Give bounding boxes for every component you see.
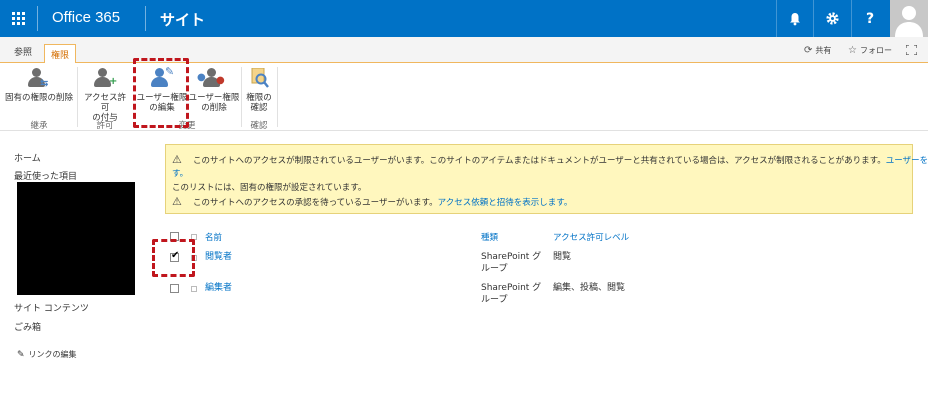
follow-label: フォロー [859, 46, 892, 55]
column-header-name[interactable]: 名前 [205, 231, 222, 243]
help-button[interactable]: ? [851, 0, 888, 37]
nav-recycle-bin[interactable]: ごみ箱 [14, 320, 41, 333]
grant-permissions-button[interactable]: + アクセス許可 の付与 [80, 68, 130, 123]
edit-links-label: リンクの編集 [28, 350, 77, 359]
level-cell: 編集、投稿、閲覧 [553, 283, 626, 293]
nav-recent[interactable]: 最近使った項目 [14, 169, 77, 182]
nav-site-contents[interactable]: サイト コンテンツ [14, 301, 89, 314]
notifications-button[interactable] [776, 0, 813, 37]
warning-text: このサイトへのアクセスの承認を待っているユーザーがいます。 [193, 198, 438, 208]
highlight-box [133, 58, 189, 128]
warning-icon: ⚠ [172, 195, 182, 208]
follow-button[interactable]: ☆ フォロー [848, 45, 892, 56]
group-separator [77, 67, 78, 127]
divider [37, 6, 38, 31]
focus-button[interactable] [906, 45, 917, 55]
type-cell: SharePoint グ [481, 252, 542, 262]
ribbon-label: ユーザー権限 [188, 93, 240, 103]
bell-icon [790, 12, 800, 25]
pencil-icon: ✎ [17, 349, 25, 360]
highlight-box [152, 239, 195, 277]
redacted-area [17, 182, 135, 295]
ribbon-label: 権限の [246, 93, 272, 103]
column-header-level[interactable]: アクセス許可レベル [553, 231, 629, 243]
nav-home[interactable]: ホーム [14, 151, 41, 164]
user-avatar-icon [895, 6, 923, 37]
help-icon: ? [865, 10, 875, 27]
warning-line: ⚠ このサイトへのアクセスが制限されているユーザーがいます。このサイトのアイテムま… [172, 153, 928, 166]
ribbon-label: 確認 [250, 103, 268, 113]
check-permissions-icon [246, 67, 272, 90]
edit-links-button[interactable]: ✎ リンクの編集 [17, 349, 77, 360]
show-users-link[interactable]: ユーザーを表示しま [886, 156, 928, 166]
column-header-type[interactable]: 種類 [481, 231, 498, 243]
group-label-grant: 許可 [96, 121, 114, 131]
group-name-link[interactable]: 編集者 [205, 282, 232, 294]
access-requests-link[interactable]: アクセス依頼と招待を表示します。 [438, 198, 573, 208]
group-label-check: 確認 [250, 121, 268, 131]
level-cell: 閲覧 [553, 252, 572, 262]
star-icon: ☆ [848, 45, 857, 56]
settings-button[interactable] [813, 0, 850, 37]
share-button[interactable]: ⟳ 共有 [804, 45, 831, 56]
group-name-link[interactable]: 閲覧者 [205, 251, 232, 263]
type-cell: ループ [481, 295, 508, 305]
waffle-icon [12, 12, 25, 25]
brand-link[interactable]: Office 365 [52, 9, 120, 26]
remove-user-icon: ● ● [197, 68, 227, 90]
remove-user-permissions-button[interactable]: ● ● ユーザー権限 の削除 [188, 68, 240, 113]
gear-icon [825, 12, 839, 25]
focus-on-content-icon [906, 45, 917, 55]
add-user-icon: + [92, 68, 118, 90]
group-separator [277, 67, 278, 127]
delete-unique-permissions-button[interactable]: ⇆ 固有の権限の削除 [4, 68, 74, 103]
tab-permissions[interactable]: 権限 [44, 44, 77, 64]
row-selector[interactable] [191, 286, 197, 292]
type-cell: ループ [481, 264, 508, 274]
ribbon-label: アクセス許可 [83, 93, 127, 113]
suite-bar: Office 365 サイト ? [0, 0, 928, 37]
warning-text: このサイトへのアクセスが制限されているユーザーがいます。このサイトのアイテムまた… [193, 156, 886, 166]
show-users-link-cont[interactable]: す。 [172, 167, 188, 179]
share-label: 共有 [815, 46, 832, 55]
ribbon-label: の削除 [201, 103, 227, 113]
app-launcher-button[interactable] [0, 0, 37, 37]
site-title[interactable]: サイト [160, 9, 205, 30]
warning-icon: ⚠ [172, 153, 182, 166]
sync-icon: ⟳ [804, 45, 813, 56]
warning-panel: ⚠ このサイトへのアクセスが制限されているユーザーがいます。このサイトのアイテムま… [165, 144, 928, 214]
warning-line: ⚠ このサイトへのアクセスの承認を待っているユーザーがいます。アクセス依頼と招待を… [172, 195, 572, 208]
check-permissions-button[interactable]: 権限の 確認 [242, 67, 276, 113]
avatar[interactable] [890, 0, 928, 37]
tab-browse[interactable]: 参照 [14, 45, 32, 58]
delete-permissions-icon: ⇆ [26, 68, 52, 90]
row-checkbox[interactable] [170, 284, 179, 293]
type-cell: SharePoint グ [481, 283, 542, 293]
unique-permissions-text: このリストには、固有の権限が設定されています。 [172, 183, 367, 193]
divider [145, 6, 146, 31]
ribbon-label: 固有の権限の削除 [4, 93, 73, 103]
group-label-inherit: 継承 [30, 121, 48, 131]
